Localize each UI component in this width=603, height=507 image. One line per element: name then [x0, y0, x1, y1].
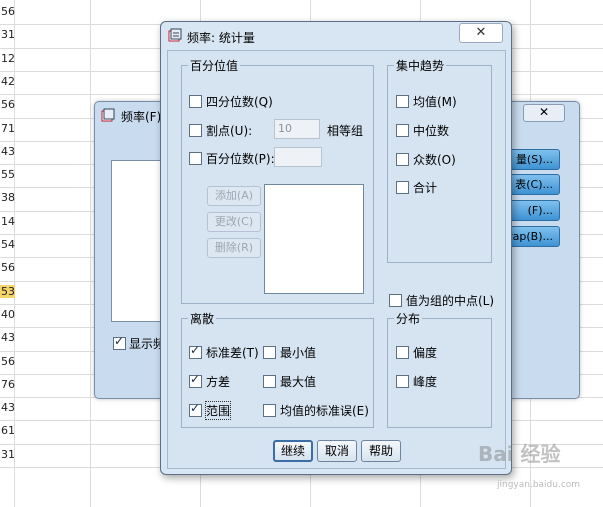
row-number: 53	[0, 284, 15, 298]
mode-checkbox[interactable]	[396, 153, 409, 166]
central-tendency-legend: 集中趋势	[394, 57, 447, 74]
percentile-value-input[interactable]	[274, 147, 322, 167]
row-number: 61	[1, 424, 15, 438]
continue-button[interactable]: 继续	[273, 440, 313, 462]
quartiles-label: 四分位数(Q)	[206, 95, 273, 109]
row-number: 14	[1, 214, 15, 228]
range-option[interactable]: 范围	[189, 401, 232, 420]
row-number: 55	[1, 168, 15, 182]
midpoint-option[interactable]: 值为组的中点(L)	[389, 292, 494, 309]
percentile-list[interactable]	[264, 184, 364, 294]
midpoint-checkbox[interactable]	[389, 294, 402, 307]
frequencies-dialog-title: 频率(F)	[121, 110, 162, 124]
skewness-label: 偏度	[413, 346, 438, 360]
row-number: 54	[1, 238, 15, 251]
percentiles-label: 百分位数(P):	[206, 152, 275, 166]
sum-checkbox[interactable]	[396, 181, 409, 194]
median-option[interactable]: 中位数	[396, 122, 449, 139]
maximum-label: 最大值	[280, 375, 317, 389]
range-label: 范围	[204, 401, 232, 420]
equal-groups-label: 相等组	[327, 124, 364, 138]
variance-checkbox[interactable]	[189, 372, 202, 388]
quartiles-option[interactable]: 四分位数(Q)	[189, 93, 273, 110]
dialog-body: 百分位值 四分位数(Q) 割点(U): 10 相等组 百分位数(P): 添加(A…	[167, 50, 506, 469]
se-mean-checkbox[interactable]	[263, 404, 276, 417]
mean-checkbox[interactable]	[396, 95, 409, 108]
row-number: 31	[1, 28, 15, 42]
se-mean-label: 均值的标准误(E)	[280, 404, 369, 418]
row-number: 43	[1, 401, 15, 415]
cut-points-checkbox[interactable]	[189, 124, 202, 137]
cut-points-input[interactable]: 10	[274, 119, 320, 139]
std-deviation-checkbox[interactable]	[189, 343, 202, 359]
maximum-checkbox[interactable]	[263, 375, 276, 388]
percentiles-option[interactable]: 百分位数(P):	[189, 150, 275, 167]
variance-option[interactable]: 方差	[189, 372, 231, 390]
row-number: 42	[1, 74, 15, 88]
dispersion-legend: 离散	[188, 310, 217, 327]
minimum-option[interactable]: 最小值	[263, 344, 316, 361]
app-icon	[101, 108, 115, 122]
row-number: 31	[1, 447, 15, 461]
change-button[interactable]: 更改(C)	[207, 212, 261, 232]
distribution-group: 分布 偏度 峰度	[387, 310, 492, 428]
sum-label: 合计	[413, 181, 438, 195]
mode-label: 众数(O)	[413, 153, 456, 167]
central-tendency-group: 集中趋势 均值(M) 中位数 众数(O) 合计	[387, 57, 492, 263]
remove-button[interactable]: 删除(R)	[207, 238, 261, 258]
mean-label: 均值(M)	[413, 95, 457, 109]
sum-option[interactable]: 合计	[396, 179, 437, 196]
midpoint-label: 值为组的中点(L)	[406, 294, 495, 308]
help-button[interactable]: 帮助	[361, 440, 401, 462]
percentile-values-group: 百分位值 四分位数(Q) 割点(U): 10 相等组 百分位数(P): 添加(A…	[181, 57, 374, 304]
add-button[interactable]: 添加(A)	[207, 186, 261, 206]
maximum-option[interactable]: 最大值	[263, 373, 316, 390]
cancel-button[interactable]: 取消	[317, 440, 357, 462]
row-number: 12	[1, 51, 15, 65]
row-number: 43	[1, 331, 15, 345]
distribution-legend: 分布	[394, 310, 423, 327]
mean-option[interactable]: 均值(M)	[396, 93, 457, 110]
minimum-checkbox[interactable]	[263, 346, 276, 359]
row-number: 56	[1, 354, 15, 368]
show-frequency-tables-checkbox[interactable]: 显示频	[113, 334, 165, 352]
variance-label: 方差	[206, 375, 231, 389]
row-number: 38	[1, 191, 15, 205]
checkbox-box[interactable]	[113, 334, 126, 350]
close-button[interactable]: ✕	[459, 23, 503, 43]
statistics-dialog: 频率: 统计量 ✕ 百分位值 四分位数(Q) 割点(U): 10 相等组 百分位…	[160, 21, 512, 475]
skewness-checkbox[interactable]	[396, 346, 409, 359]
dialog-title: 频率: 统计量	[187, 31, 255, 45]
dispersion-group: 离散 标准差(T) 最小值 方差 最大值 范围	[181, 310, 374, 428]
median-checkbox[interactable]	[396, 124, 409, 137]
percentile-values-legend: 百分位值	[188, 57, 241, 74]
cut-points-label: 割点(U):	[206, 124, 253, 138]
percentiles-checkbox[interactable]	[189, 152, 202, 165]
median-label: 中位数	[413, 124, 450, 138]
app-icon	[168, 28, 182, 42]
frequencies-close-button[interactable]: ✕	[523, 104, 565, 122]
cut-points-option[interactable]: 割点(U):	[189, 122, 252, 139]
kurtosis-label: 峰度	[413, 375, 438, 389]
row-number: 71	[1, 121, 15, 135]
row-number: 56	[1, 98, 15, 112]
kurtosis-checkbox[interactable]	[396, 375, 409, 388]
row-number: 56	[1, 261, 15, 275]
row-number: 40	[1, 307, 15, 321]
range-checkbox[interactable]	[189, 401, 202, 417]
std-deviation-option[interactable]: 标准差(T)	[189, 343, 259, 361]
se-mean-option[interactable]: 均值的标准误(E)	[263, 402, 369, 419]
kurtosis-option[interactable]: 峰度	[396, 373, 437, 390]
row-number: 43	[1, 144, 15, 158]
mode-option[interactable]: 众数(O)	[396, 151, 456, 168]
watermark-logo: Bai 经验	[478, 442, 561, 466]
minimum-label: 最小值	[280, 346, 317, 360]
quartiles-checkbox[interactable]	[189, 95, 202, 108]
std-deviation-label: 标准差(T)	[206, 346, 259, 360]
watermark-url: jingyan.baidu.com	[497, 480, 581, 490]
row-number: 56	[1, 5, 15, 18]
row-number: 76	[1, 377, 15, 391]
skewness-option[interactable]: 偏度	[396, 344, 437, 361]
